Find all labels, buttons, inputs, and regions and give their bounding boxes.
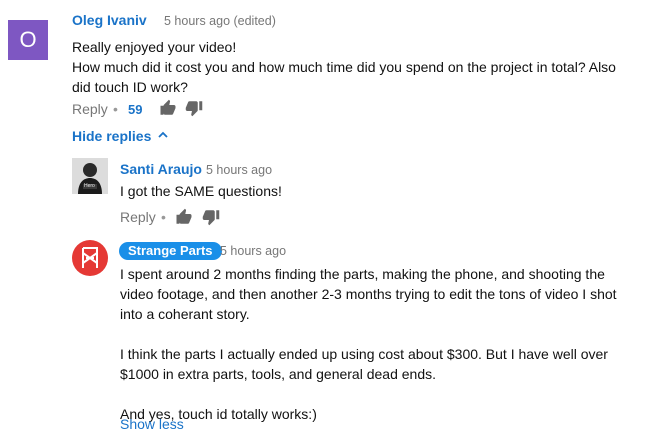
reply-line: into a coherant story. (120, 306, 250, 322)
channel-author-badge[interactable]: Strange Parts (119, 242, 222, 260)
comment-body: Really enjoyed your video! How much did … (72, 37, 642, 97)
reply-line (120, 384, 645, 404)
thumbs-up-icon[interactable] (159, 99, 177, 117)
hide-replies-link[interactable]: Hide replies (72, 128, 151, 144)
reply-line: I think the parts I actually ended up us… (120, 346, 608, 362)
comment-line: How much did it cost you and how much ti… (72, 59, 616, 75)
reply-body: I got the SAME questions! (120, 183, 282, 199)
reply-author[interactable]: Santi Araujo (120, 161, 202, 177)
avatar[interactable]: O (8, 20, 48, 60)
reply-button[interactable]: Reply (120, 209, 156, 225)
reply-line: And yes, touch id totally works:) (120, 406, 317, 422)
reply-line: I spent around 2 months finding the part… (120, 266, 605, 282)
channel-logo-icon[interactable] (72, 240, 108, 276)
separator-dot: • (113, 101, 118, 117)
comment-line: Really enjoyed your video! (72, 39, 237, 55)
comment-line: did touch ID work? (72, 79, 188, 95)
comment-author[interactable]: Oleg Ivaniv (72, 12, 147, 28)
comment-timestamp[interactable]: 5 hours ago (edited) (164, 14, 276, 28)
avatar[interactable]: Hero (72, 158, 108, 194)
avatar-shirt-text: Hero (84, 183, 95, 189)
reply-line (120, 324, 645, 344)
reply-timestamp[interactable]: 5 hours ago (206, 163, 272, 177)
chevron-up-icon[interactable] (157, 129, 169, 141)
thumbs-up-icon[interactable] (175, 208, 193, 226)
reply-body: I spent around 2 months finding the part… (120, 264, 645, 424)
thumbs-down-icon[interactable] (202, 208, 220, 226)
reply-timestamp[interactable]: 5 hours ago (220, 244, 286, 258)
separator-dot: • (161, 209, 166, 225)
like-count: 59 (128, 102, 143, 117)
thumbs-down-icon[interactable] (185, 99, 203, 117)
reply-line: $1000 in extra parts, tools, and general… (120, 366, 436, 382)
reply-button[interactable]: Reply (72, 101, 108, 117)
reply-line: video footage, and then another 2-3 mont… (120, 286, 617, 302)
show-less-link[interactable]: Show less (120, 416, 184, 432)
